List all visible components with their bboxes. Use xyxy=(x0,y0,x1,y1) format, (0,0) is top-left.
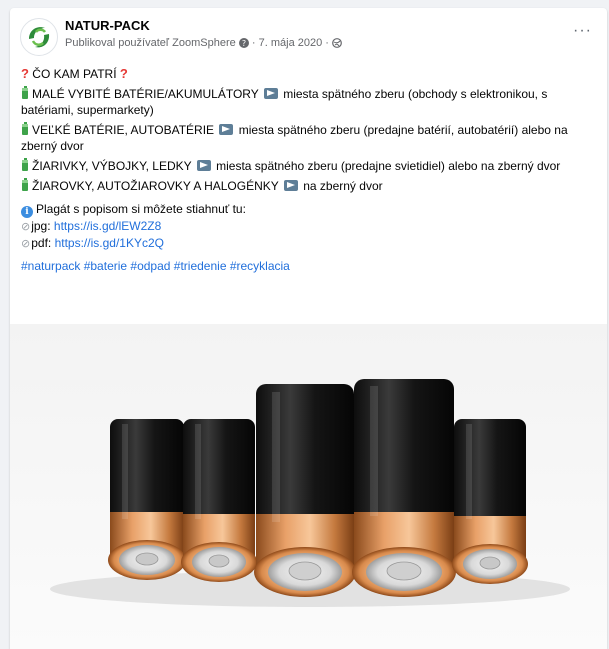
batteries-image xyxy=(10,324,607,649)
facebook-post-card: NATUR-PACK Publikoval používateľ ZoomSph… xyxy=(10,8,607,649)
item-target: miesta spätného zberu (predajne svietidi… xyxy=(216,159,561,173)
right-arrow-icon xyxy=(196,160,211,171)
pdf-label: pdf: xyxy=(31,236,52,250)
list-item: MALÉ VYBITÉ BATÉRIE/AKUMULÁTORY miesta s… xyxy=(21,86,603,118)
jpg-link[interactable]: https://is.gd/lEW2Z8 xyxy=(54,219,161,233)
item-label: ŽIARIVKY, VÝBOJKY, LEDKY xyxy=(32,159,192,173)
globe-icon[interactable] xyxy=(332,38,342,51)
hashtags[interactable]: #naturpack #baterie #odpad #triedenie #r… xyxy=(21,258,603,274)
battery-icon xyxy=(22,122,28,135)
download-text: Plagát s popisom si môžete stiahnuť tu: xyxy=(36,202,246,216)
item-label: VEĽKÉ BATÉRIE, AUTOBATÉRIE xyxy=(32,123,215,137)
item-target: na zberný dvor xyxy=(303,179,383,193)
list-item: ŽIARIVKY, VÝBOJKY, LEDKY miesta spätného… xyxy=(21,158,603,174)
red-question-mark-icon: ? xyxy=(21,66,29,81)
pdf-link-line: ⊘pdf: https://is.gd/1KYc2Q xyxy=(21,235,603,252)
posted-by-text: Publikoval používateľ ZoomSphere xyxy=(65,37,236,49)
post-date[interactable]: 7. mája 2020 xyxy=(259,37,323,49)
download-line: i Plagát s popisom si môžete stiahnuť tu: xyxy=(21,201,603,218)
red-question-mark-icon: ? xyxy=(119,66,128,81)
post-title: ČO KAM PATRÍ xyxy=(32,67,117,81)
natur-pack-logo-icon xyxy=(22,20,56,54)
post-header: NATUR-PACK Publikoval používateľ ZoomSph… xyxy=(20,18,600,62)
question-circle-icon[interactable]: ? xyxy=(238,38,249,51)
post-photo[interactable] xyxy=(10,324,607,649)
right-arrow-icon xyxy=(263,88,278,99)
battery-icon xyxy=(22,178,28,191)
item-label: MALÉ VYBITÉ BATÉRIE/AKUMULÁTORY xyxy=(32,87,259,101)
page-avatar[interactable] xyxy=(20,18,58,56)
info-icon: i xyxy=(21,206,33,218)
jpg-label: jpg: xyxy=(31,219,51,233)
pdf-link[interactable]: https://is.gd/1KYc2Q xyxy=(55,236,164,250)
post-meta: Publikoval používateľ ZoomSphere ? · 7. … xyxy=(65,37,342,51)
list-item: VEĽKÉ BATÉRIE, AUTOBATÉRIE miesta spätné… xyxy=(21,122,603,154)
svg-text:?: ? xyxy=(242,39,246,48)
post-body: ? ČO KAM PATRÍ ? MALÉ VYBITÉ BATÉRIE/AKU… xyxy=(21,66,603,274)
paperclip-icon: ⊘ xyxy=(21,238,31,250)
post-title-line: ? ČO KAM PATRÍ ? xyxy=(21,66,603,82)
right-arrow-icon xyxy=(283,180,298,191)
more-options-button[interactable]: ··· xyxy=(573,22,592,40)
battery-icon xyxy=(22,86,28,99)
paperclip-icon: ⊘ xyxy=(21,221,31,233)
jpg-link-line: ⊘jpg: https://is.gd/lEW2Z8 xyxy=(21,218,603,235)
right-arrow-icon xyxy=(219,124,234,135)
list-item: ŽIAROVKY, AUTOŽIAROVKY A HALOGÉNKY na zb… xyxy=(21,178,603,194)
page-name[interactable]: NATUR-PACK xyxy=(65,18,150,33)
battery-icon xyxy=(22,158,28,171)
item-label: ŽIAROVKY, AUTOŽIAROVKY A HALOGÉNKY xyxy=(32,179,279,193)
